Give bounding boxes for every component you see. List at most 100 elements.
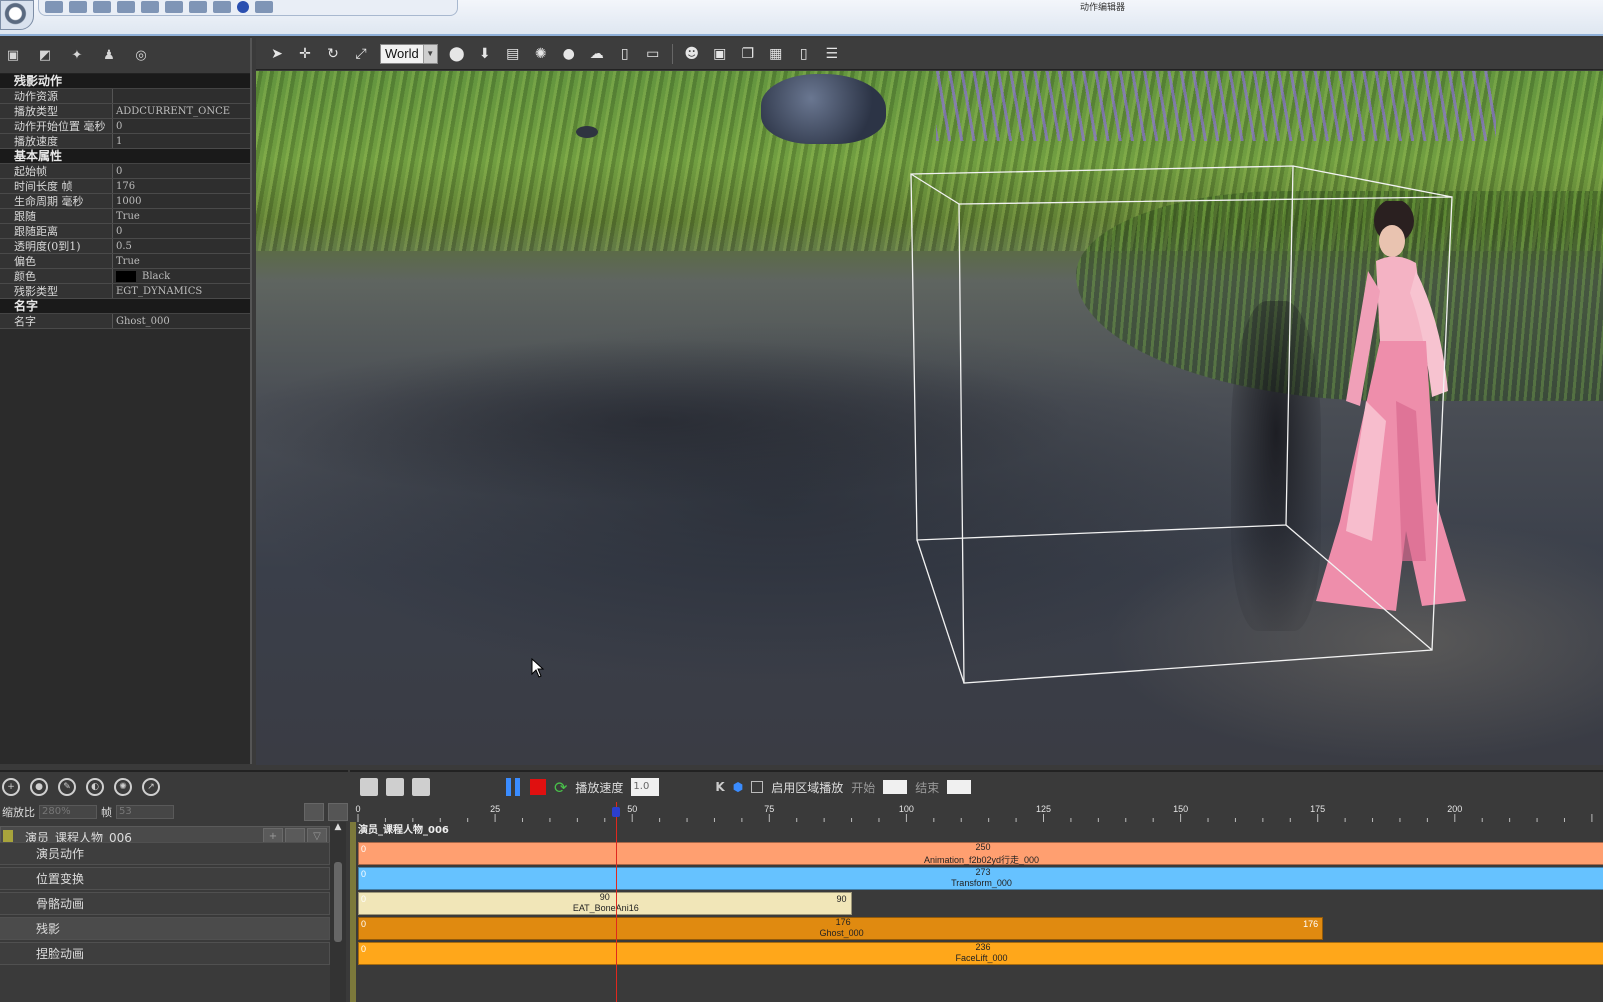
timeline-clip[interactable]: 0 250 Animation_f2b02yd行走_000 (358, 842, 1603, 865)
property-row[interactable]: 偏色 True (0, 254, 250, 269)
export-icon[interactable] (255, 1, 273, 13)
drop-to-ground-icon[interactable]: ⬇ (476, 45, 494, 63)
property-row[interactable]: 播放速度 1 (0, 134, 250, 149)
property-row[interactable]: 时间长度 帧 176 (0, 179, 250, 194)
timeline-tracks[interactable]: 演员_课程人物_006 0 250 Animation_f2b02yd行走_000 0 2… (350, 822, 1603, 1002)
camera-tab-icon[interactable]: ▣ (2, 45, 24, 67)
property-value[interactable] (113, 89, 250, 103)
end-input[interactable] (947, 780, 972, 794)
playhead[interactable] (615, 802, 617, 1002)
property-row[interactable]: 起始帧 0 (0, 164, 250, 179)
select-tool-icon[interactable]: ➤ (268, 45, 286, 63)
timeline-clip[interactable]: 0 90 EAT_BoneAni16 90 (358, 892, 852, 915)
property-row[interactable]: 动作开始位置 毫秒 0 (0, 119, 250, 134)
move-tool-icon[interactable]: ✛ (296, 45, 314, 63)
bounding-box-gizmo[interactable] (256, 71, 1603, 765)
windows-icon[interactable]: ❐ (739, 45, 757, 63)
scroll-thumb[interactable] (334, 862, 342, 942)
start-input[interactable] (883, 780, 908, 794)
user-icon[interactable]: ☻ (683, 45, 701, 63)
grid-icon[interactable] (360, 778, 378, 796)
add-light-icon[interactable]: ✺ (114, 778, 132, 796)
redo-icon[interactable] (165, 1, 183, 13)
pause-icon[interactable] (506, 778, 522, 796)
new-file-icon[interactable] (45, 1, 63, 13)
timeline-clip[interactable]: 0 176 Ghost_000 176 (358, 917, 1324, 940)
group-icon[interactable] (412, 778, 430, 796)
speed-input[interactable]: 1.0 (631, 778, 660, 796)
undo-icon[interactable] (141, 1, 159, 13)
app-logo-icon[interactable] (0, 0, 34, 30)
zoom-reset-button[interactable] (328, 803, 348, 821)
pivot-icon[interactable]: ⬤ (448, 45, 466, 63)
property-value[interactable]: ADDCURRENT_ONCE (113, 104, 250, 118)
property-row[interactable]: 残影类型 EGT_DYNAMICS (0, 284, 250, 299)
property-value[interactable]: 0.5 (113, 239, 250, 253)
timeline-ruler[interactable]: 0 25 50 75 100 125 150 175 200 (350, 802, 1603, 822)
property-section-header[interactable]: 名字 (0, 299, 250, 314)
timeline-clip[interactable]: 0 273 Transform_000 (358, 867, 1603, 890)
open-file-icon[interactable] (69, 1, 87, 13)
frame-input[interactable]: 53 (116, 805, 174, 819)
region-play-checkbox[interactable] (751, 781, 764, 793)
save-icon[interactable] (93, 1, 111, 13)
property-value[interactable]: 1 (113, 134, 250, 148)
tools-icon[interactable] (213, 1, 231, 13)
keyframe-icon[interactable]: K (715, 780, 724, 794)
loop-icon[interactable]: ⟳ (554, 778, 567, 797)
material-tab-icon[interactable]: ◩ (34, 45, 56, 67)
property-row[interactable]: 生命周期 毫秒 1000 (0, 194, 250, 209)
track-item[interactable]: 位置变换 (0, 867, 330, 890)
track-item[interactable]: 捏脸动画 (0, 942, 330, 965)
track-item[interactable]: 残影 (0, 917, 330, 940)
property-value[interactable]: 0 (113, 119, 250, 133)
zoom-fit-button[interactable] (304, 803, 324, 821)
add-camera-icon[interactable]: ● (30, 778, 48, 796)
effect-tab-icon[interactable]: ✦ (66, 45, 88, 67)
panel-icon[interactable]: ▦ (767, 45, 785, 63)
frame-icon[interactable]: ▣ (711, 45, 729, 63)
zoom-input[interactable]: 280% (39, 805, 97, 819)
add-event-icon[interactable]: ↗ (142, 778, 160, 796)
property-row[interactable]: 动作资源 (0, 89, 250, 104)
property-row[interactable]: 跟随距离 0 (0, 224, 250, 239)
property-row[interactable]: 名字 Ghost_000 (0, 314, 250, 329)
cloud-icon[interactable]: ☁ (588, 45, 606, 63)
property-value[interactable]: Ghost_000 (113, 314, 250, 328)
property-value[interactable]: True (113, 209, 250, 223)
save-as-icon[interactable] (117, 1, 135, 13)
document-icon[interactable]: ▯ (616, 45, 634, 63)
track-scrollbar[interactable]: ▲ (330, 822, 346, 1002)
property-section-header[interactable]: 残影动作 (0, 74, 250, 89)
playhead-handle[interactable] (611, 807, 620, 817)
track-item[interactable]: 演员动作 (0, 842, 330, 865)
marker-icon[interactable]: ⬢ (733, 780, 743, 794)
timeline-clip[interactable]: 0 236 FaceLift_000 (358, 942, 1603, 965)
property-row[interactable]: 播放类型 ADDCURRENT_ONCE (0, 104, 250, 119)
property-value[interactable]: 176 (113, 179, 250, 193)
scale-tool-icon[interactable]: ⤢ (352, 45, 370, 63)
layers-icon[interactable] (386, 778, 404, 796)
settings-tab-icon[interactable]: ◎ (130, 45, 152, 67)
page-icon[interactable]: ▯ (795, 45, 813, 63)
color-swatch[interactable] (116, 270, 136, 282)
property-value[interactable]: True (113, 254, 250, 268)
property-value[interactable]: 1000 (113, 194, 250, 208)
clipboard-icon[interactable]: ▤ (504, 45, 522, 63)
chevron-down-icon[interactable]: ▼ (422, 44, 437, 63)
rotate-tool-icon[interactable]: ↻ (324, 45, 342, 63)
layout-icon[interactable] (189, 1, 207, 13)
info-icon[interactable] (237, 1, 249, 13)
scroll-up-icon[interactable]: ▲ (330, 822, 346, 832)
actor-tab-icon[interactable]: ♟ (98, 45, 120, 67)
3d-viewport[interactable] (256, 71, 1603, 765)
property-value[interactable]: Black (113, 269, 250, 283)
property-row[interactable]: 颜色 Black (0, 269, 250, 284)
property-value[interactable]: 0 (113, 164, 250, 178)
stop-icon[interactable] (530, 779, 546, 795)
property-value[interactable]: EGT_DYNAMICS (113, 284, 250, 298)
light-icon[interactable]: ● (560, 45, 578, 63)
coordinate-space-select[interactable]: World ▼ (380, 43, 438, 64)
property-row[interactable]: 透明度(0到1) 0.5 (0, 239, 250, 254)
add-sound-icon[interactable]: ◐ (86, 778, 104, 796)
